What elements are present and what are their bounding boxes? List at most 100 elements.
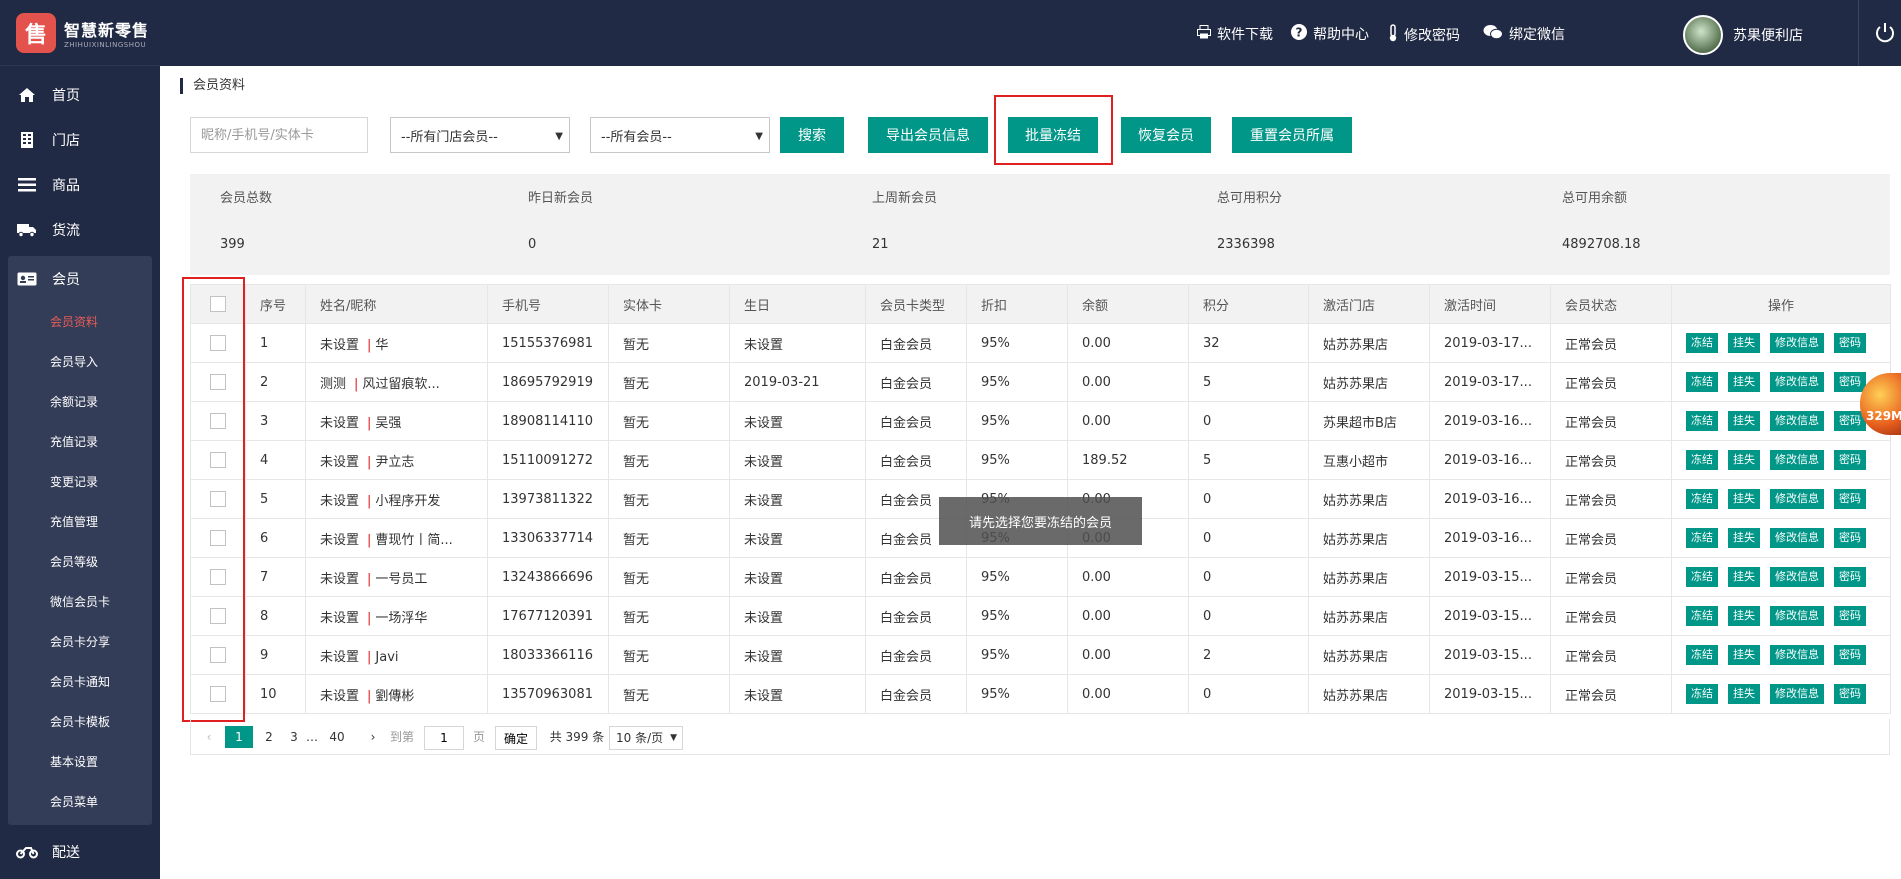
report-loss-button[interactable]: 挂失 <box>1728 567 1760 587</box>
subnav-basic-settings[interactable]: 基本设置 <box>8 741 152 781</box>
freeze-button[interactable]: 冻结 <box>1686 684 1718 704</box>
page-link-40[interactable]: 40 <box>323 726 351 748</box>
search-button[interactable]: 搜索 <box>780 117 844 153</box>
report-loss-button[interactable]: 挂失 <box>1728 528 1760 548</box>
subnav-member-profile[interactable]: 会员资料 <box>8 301 152 341</box>
power-icon[interactable] <box>1870 18 1900 48</box>
report-loss-button[interactable]: 挂失 <box>1728 489 1760 509</box>
freeze-button[interactable]: 冻结 <box>1686 528 1718 548</box>
help-center-link[interactable]: ? 帮助中心 <box>1291 24 1369 44</box>
table-row: 8 未设置 | 一场浮华 17677120391 暂无 未设置 白金会员 95% 0.00 0 姑苏苏… <box>190 596 1891 636</box>
subnav-card-notice[interactable]: 会员卡通知 <box>8 661 152 701</box>
store-select[interactable]: --所有门店会员-- ▼ <box>390 117 570 153</box>
freeze-button[interactable]: 冻结 <box>1686 450 1718 470</box>
edit-info-button[interactable]: 修改信息 <box>1770 450 1824 470</box>
page-size-select[interactable]: 10 条/页 ▼ <box>609 726 683 750</box>
subnav-member-levels[interactable]: 会员等级 <box>8 541 152 581</box>
sidebar-item-delivery[interactable]: 配送 <box>0 829 160 874</box>
col-header: 余额 <box>1067 284 1189 324</box>
reset-member-owner-button[interactable]: 重置会员所属 <box>1232 117 1352 153</box>
cell-card: 暂无 <box>608 401 730 441</box>
member-select[interactable]: --所有会员-- ▼ <box>590 117 770 153</box>
cell-actions: 冻结 挂失 修改信息 密码 <box>1671 479 1891 519</box>
subnav-wechat-card[interactable]: 微信会员卡 <box>8 581 152 621</box>
password-button[interactable]: 密码 <box>1834 450 1866 470</box>
freeze-button[interactable]: 冻结 <box>1686 411 1718 431</box>
col-header: 折扣 <box>966 284 1068 324</box>
report-loss-button[interactable]: 挂失 <box>1728 606 1760 626</box>
page-unit-label: 页 <box>472 730 485 744</box>
sidebar-item-member[interactable]: 会员 <box>8 256 152 301</box>
sidebar-item-store[interactable]: 门店 <box>0 117 160 162</box>
password-button[interactable]: 密码 <box>1834 567 1866 587</box>
search-input[interactable] <box>190 117 368 153</box>
sidebar-item-goods[interactable]: 商品 <box>0 162 160 207</box>
subnav-card-template[interactable]: 会员卡模板 <box>8 701 152 741</box>
sidebar-item-home[interactable]: 首页 <box>0 72 160 117</box>
cell-card: 暂无 <box>608 362 730 402</box>
sidebar-item-logistics[interactable]: 货流 <box>0 207 160 252</box>
software-download-link[interactable]: 软件下载 <box>1197 24 1273 44</box>
next-page-icon[interactable]: › <box>365 726 381 748</box>
cell-type: 白金会员 <box>865 596 967 636</box>
chevron-down-icon: ▼ <box>755 131 763 142</box>
cell-card: 暂无 <box>608 557 730 597</box>
edit-info-button[interactable]: 修改信息 <box>1770 333 1824 353</box>
change-password-link[interactable]: 修改密码 <box>1388 24 1460 46</box>
subnav-recharge-records[interactable]: 充值记录 <box>8 421 152 461</box>
freeze-button[interactable]: 冻结 <box>1686 489 1718 509</box>
report-loss-button[interactable]: 挂失 <box>1728 333 1760 353</box>
subnav-member-menu[interactable]: 会员菜单 <box>8 781 152 821</box>
cell-balance: 0.00 <box>1067 674 1189 714</box>
password-button[interactable]: 密码 <box>1834 372 1866 392</box>
password-button[interactable]: 密码 <box>1834 645 1866 665</box>
edit-info-button[interactable]: 修改信息 <box>1770 645 1824 665</box>
cell-points: 0 <box>1188 674 1309 714</box>
restore-member-button[interactable]: 恢复会员 <box>1121 117 1211 153</box>
freeze-button[interactable]: 冻结 <box>1686 567 1718 587</box>
freeze-button[interactable]: 冻结 <box>1686 606 1718 626</box>
freeze-button[interactable]: 冻结 <box>1686 372 1718 392</box>
edit-info-button[interactable]: 修改信息 <box>1770 684 1824 704</box>
password-button[interactable]: 密码 <box>1834 333 1866 353</box>
report-loss-button[interactable]: 挂失 <box>1728 411 1760 431</box>
edit-info-button[interactable]: 修改信息 <box>1770 411 1824 431</box>
freeze-button[interactable]: 冻结 <box>1686 645 1718 665</box>
pagination: ‹ 1 2 3 … 40 › 到第 页 确定 共 399 条 10 条/页 ▼ <box>190 719 1890 755</box>
edit-info-button[interactable]: 修改信息 <box>1770 528 1824 548</box>
page-link-3[interactable]: 3 <box>283 726 305 748</box>
cell-actions: 冻结 挂失 修改信息 密码 <box>1671 557 1891 597</box>
sidebar-item-backup[interactable]: 备份 <box>0 874 160 879</box>
goto-page-input[interactable] <box>424 726 464 750</box>
cell-status: 正常会员 <box>1550 635 1672 675</box>
bind-wechat-link[interactable]: 绑定微信 <box>1483 24 1565 44</box>
freeze-button[interactable]: 冻结 <box>1686 333 1718 353</box>
password-button[interactable]: 密码 <box>1834 606 1866 626</box>
report-loss-button[interactable]: 挂失 <box>1728 684 1760 704</box>
subnav-change-records[interactable]: 变更记录 <box>8 461 152 501</box>
password-button[interactable]: 密码 <box>1834 489 1866 509</box>
subnav-card-share[interactable]: 会员卡分享 <box>8 621 152 661</box>
password-button[interactable]: 密码 <box>1834 684 1866 704</box>
page-link-1[interactable]: 1 <box>225 726 253 748</box>
report-loss-button[interactable]: 挂失 <box>1728 450 1760 470</box>
truck-icon <box>16 221 38 239</box>
export-members-button[interactable]: 导出会员信息 <box>868 117 988 153</box>
subnav-balance-records[interactable]: 余额记录 <box>8 381 152 421</box>
subnav-recharge-management[interactable]: 充值管理 <box>8 501 152 541</box>
report-loss-button[interactable]: 挂失 <box>1728 372 1760 392</box>
report-loss-button[interactable]: 挂失 <box>1728 645 1760 665</box>
subnav-member-import[interactable]: 会员导入 <box>8 341 152 381</box>
goto-confirm-button[interactable]: 确定 <box>495 726 538 750</box>
member-nickname: 曹现竹丨简... <box>375 532 453 548</box>
bind-wechat-label: 绑定微信 <box>1509 27 1565 43</box>
page-link-2[interactable]: 2 <box>255 726 283 748</box>
edit-info-button[interactable]: 修改信息 <box>1770 489 1824 509</box>
prev-page-icon[interactable]: ‹ <box>201 726 217 748</box>
edit-info-button[interactable]: 修改信息 <box>1770 567 1824 587</box>
user-menu[interactable]: 苏果便利店 <box>1683 15 1803 55</box>
edit-info-button[interactable]: 修改信息 <box>1770 606 1824 626</box>
edit-info-button[interactable]: 修改信息 <box>1770 372 1824 392</box>
nick-separator: | <box>367 610 372 626</box>
password-button[interactable]: 密码 <box>1834 528 1866 548</box>
